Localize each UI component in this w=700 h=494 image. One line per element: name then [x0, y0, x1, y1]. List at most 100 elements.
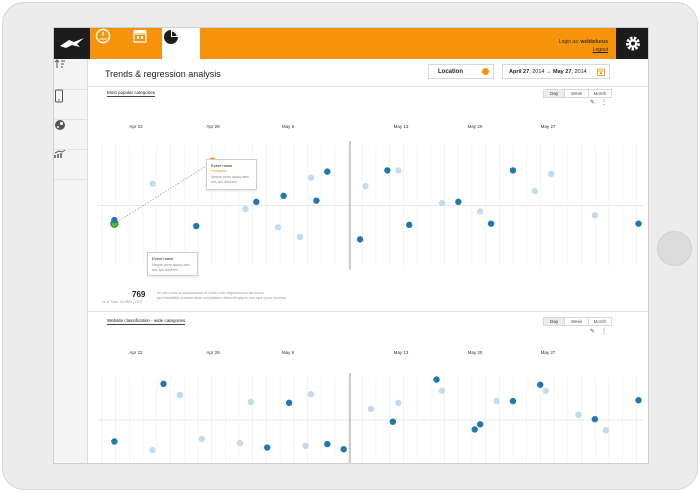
data-point[interactable]	[242, 205, 249, 213]
main-content: Trends & regression analysis Location Ap…	[88, 59, 648, 463]
data-point[interactable]	[302, 442, 309, 449]
x-tick-label: May 6	[282, 124, 295, 129]
data-point[interactable]	[547, 170, 555, 178]
x-tick-label: May 13	[394, 350, 409, 355]
sidebar-item-steam[interactable]	[54, 119, 88, 150]
data-point[interactable]	[395, 167, 402, 174]
chart2-scatter-plot: Apr 22 Apr 29 May 6 May 13 May 20 May 27	[98, 350, 644, 463]
data-point[interactable]	[367, 405, 375, 413]
data-point[interactable]	[198, 435, 205, 443]
data-point[interactable]	[324, 440, 331, 448]
data-point[interactable]	[307, 174, 315, 181]
calendar-icon[interactable]	[597, 68, 605, 76]
sidebar-item-sort[interactable]	[54, 59, 88, 90]
logo[interactable]	[54, 28, 90, 59]
data-point[interactable]	[635, 397, 642, 404]
data-point[interactable]	[509, 167, 517, 174]
date-from: April 27	[509, 69, 530, 75]
chart1-section-label: Most popular categories	[107, 90, 156, 97]
data-point[interactable]	[160, 380, 167, 388]
data-point[interactable]	[406, 221, 413, 229]
data-point[interactable]	[455, 198, 462, 206]
chart2-month-button[interactable]: Month	[587, 318, 611, 325]
data-point[interactable]	[247, 398, 255, 406]
data-point[interactable]	[395, 399, 402, 406]
data-point[interactable]	[253, 198, 260, 206]
data-point[interactable]	[149, 446, 156, 454]
divider	[88, 311, 648, 312]
data-point[interactable]	[487, 220, 495, 227]
nav-dashboard[interactable]	[95, 28, 131, 59]
chart1-more-icon[interactable]: ⋮	[601, 99, 607, 106]
x-tick-label: Apr 22	[129, 124, 143, 129]
data-point[interactable]	[471, 426, 478, 433]
logout-link[interactable]: Logout	[593, 47, 608, 53]
chart1-day-button[interactable]: Day	[544, 90, 565, 97]
data-point[interactable]	[193, 222, 200, 230]
data-point[interactable]	[340, 446, 347, 453]
data-point[interactable]	[509, 397, 517, 405]
chart2-more-icon[interactable]: ⋮	[601, 328, 607, 335]
data-point[interactable]	[313, 197, 320, 204]
chart1-edit-icon[interactable]: ✎	[590, 99, 595, 106]
settings-button[interactable]	[616, 28, 648, 59]
chart1-month-button[interactable]: Month	[587, 90, 611, 97]
data-point[interactable]	[356, 236, 364, 243]
data-point[interactable]	[384, 167, 391, 174]
data-point[interactable]	[438, 199, 446, 207]
data-point[interactable]	[438, 387, 446, 394]
chart1-event-callout-top[interactable]: Event name Outward Neque porro quisq uam…	[206, 159, 257, 190]
data-point[interactable]	[591, 415, 599, 423]
date-to-year: , 2014	[571, 69, 587, 75]
data-point[interactable]	[236, 440, 244, 447]
chart1-event-callout-bottom[interactable]: Event name Neque porro quisq uam est, qu…	[147, 252, 198, 276]
data-point[interactable]	[537, 381, 544, 388]
divider	[88, 86, 648, 87]
sidebar-item-mobile[interactable]	[54, 89, 88, 120]
data-point[interactable]	[477, 208, 484, 215]
data-point[interactable]	[531, 187, 538, 195]
stat-subtext: % of Total: 34.98% (1.67)	[102, 300, 143, 304]
data-point[interactable]	[285, 399, 293, 406]
sidebar-item-trend[interactable]	[54, 149, 88, 180]
data-point[interactable]	[280, 192, 287, 200]
data-point[interactable]	[176, 391, 184, 399]
data-point[interactable]	[149, 180, 156, 187]
chart1-scatter-plot: Apr 22 Apr 29 May 6 May 13 May 20 May 27	[98, 124, 644, 270]
data-point[interactable]	[542, 387, 549, 394]
arrow-icon: →	[546, 69, 552, 75]
data-point[interactable]	[111, 216, 118, 224]
chart1-week-button[interactable]: Week	[564, 90, 587, 97]
trend-icon	[54, 149, 66, 158]
home-button[interactable]	[657, 231, 692, 266]
chart2-area: Apr 22 Apr 29 May 6 May 13 May 20 May 27	[88, 345, 648, 463]
date-range-picker[interactable]: April 27, 2014 → May 27, 2014	[502, 64, 610, 79]
data-point[interactable]	[575, 411, 582, 419]
data-point[interactable]	[493, 397, 500, 405]
data-point[interactable]	[591, 211, 599, 219]
data-point[interactable]	[602, 427, 609, 434]
x-tick-label: Apr 29	[206, 124, 220, 129]
data-point[interactable]	[264, 444, 271, 451]
callout-body: Neque porro quisq uam est, qui dolorem	[211, 175, 249, 184]
data-point[interactable]	[389, 418, 397, 425]
chart2-week-button[interactable]: Week	[564, 318, 587, 325]
data-point[interactable]	[274, 224, 282, 231]
pie-chart-icon	[164, 30, 178, 44]
data-point[interactable]	[296, 233, 304, 241]
location-select[interactable]: Location	[428, 64, 494, 79]
mobile-icon	[55, 89, 63, 103]
bird-logo-icon	[60, 38, 84, 48]
callout-title: Event name	[152, 256, 174, 261]
data-point[interactable]	[307, 391, 315, 398]
username[interactable]: webkelurus	[580, 39, 608, 45]
data-point[interactable]	[111, 438, 118, 445]
data-point[interactable]	[362, 182, 369, 190]
chart2-day-button[interactable]: Day	[544, 318, 565, 325]
nav-analytics[interactable]	[162, 28, 200, 59]
chart2-edit-icon[interactable]: ✎	[590, 328, 595, 335]
data-point[interactable]	[324, 168, 331, 175]
data-point[interactable]	[477, 421, 484, 428]
data-point[interactable]	[433, 376, 440, 383]
data-point[interactable]	[635, 220, 642, 227]
